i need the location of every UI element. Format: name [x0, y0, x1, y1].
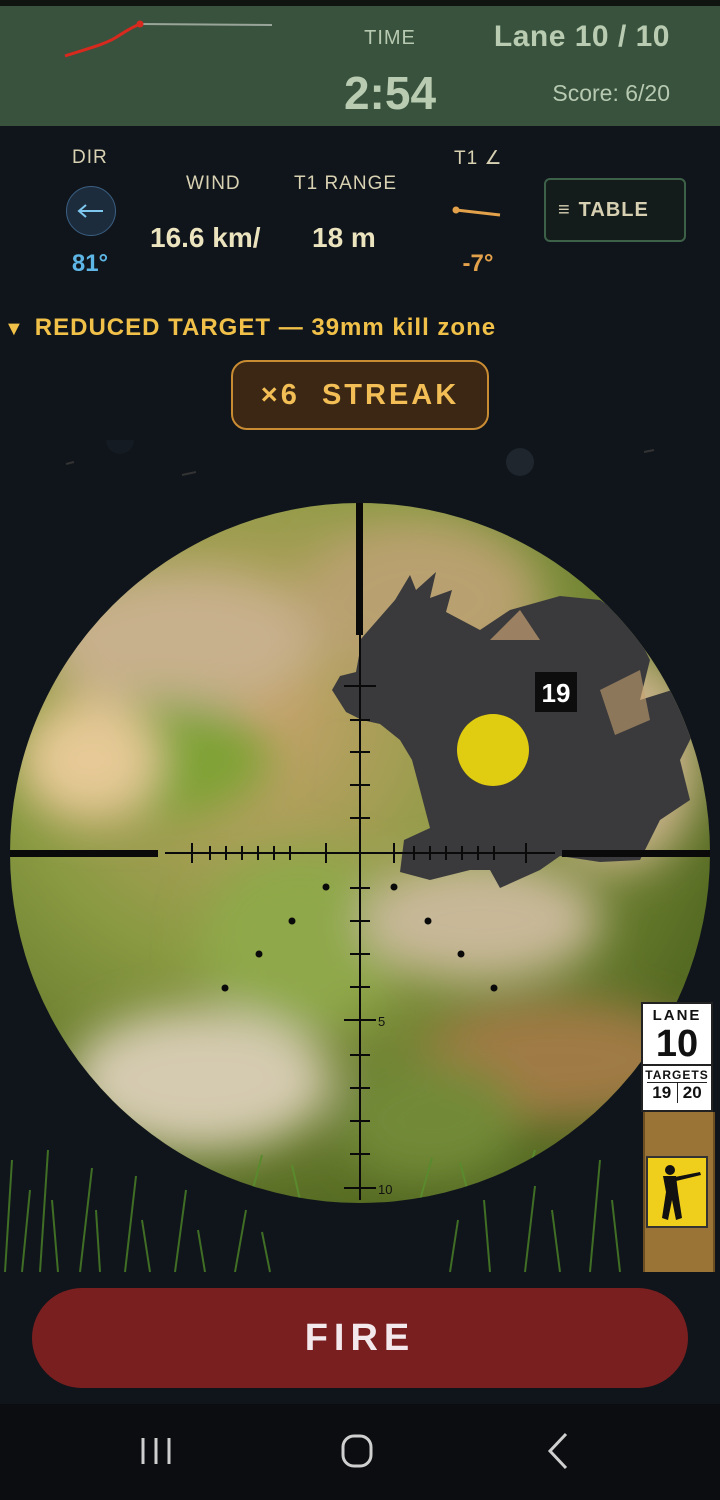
kill-zone-marker — [457, 714, 529, 786]
fire-button-label: FIRE — [304, 1316, 416, 1359]
lane-label: Lane 10 / 10 — [493, 20, 670, 53]
trajectory-graph — [64, 20, 273, 58]
streak-badge: ×6 STREAK — [231, 360, 489, 430]
warning-text: REDUCED TARGET — 39mm kill zone — [34, 314, 497, 341]
background-dot — [506, 448, 534, 476]
target-number: 19 — [542, 678, 571, 708]
status-bar — [0, 0, 720, 6]
time-label: TIME — [364, 27, 416, 49]
menu-icon: ≡ — [558, 198, 571, 221]
streak-text: ×6 STREAK — [260, 378, 460, 411]
wind-value: 16.6 km/ — [150, 222, 261, 253]
back-icon[interactable] — [528, 1426, 588, 1476]
background-dot — [106, 440, 134, 454]
shooter-icon — [646, 1156, 708, 1228]
wind-direction-indicator — [66, 186, 116, 236]
status-header: TIME 2:54 Lane 10 / 10 Score: 6/20 — [0, 0, 720, 126]
recent-apps-icon[interactable] — [126, 1426, 186, 1476]
background-mark — [181, 471, 197, 476]
table-button[interactable]: ≡ TABLE — [544, 178, 686, 242]
range-value: 18 m — [312, 222, 376, 253]
reduced-target-warning: ▼ REDUCED TARGET — 39mm kill zone — [4, 314, 496, 342]
lane-card-targets: 19 20 — [647, 1082, 707, 1103]
lane-card-number: 10 — [643, 1024, 711, 1066]
score-label: Score: 6/20 — [552, 80, 670, 106]
lane-card-targets-label: TARGETS — [645, 1068, 709, 1082]
reticle-mark-5: 5 — [378, 1014, 385, 1029]
wind-label: WIND — [186, 173, 241, 194]
lane-card: LANE 10 TARGETS 19 20 — [641, 1002, 713, 1112]
time-value: 2:54 — [343, 67, 437, 119]
dir-label: DIR — [72, 147, 108, 168]
background-mark — [65, 461, 75, 465]
lane-card-target-a: 19 — [647, 1083, 678, 1103]
arrow-left-icon — [77, 204, 103, 218]
warning-triangle-icon: ▼ — [4, 318, 25, 340]
reticle-mark-10: 10 — [378, 1182, 392, 1197]
angle-indicator-icon — [452, 206, 501, 217]
lane-card-label: LANE — [652, 1007, 702, 1024]
range-label: T1 RANGE — [294, 173, 398, 194]
fire-button[interactable]: FIRE — [32, 1288, 688, 1388]
home-icon[interactable] — [327, 1426, 387, 1476]
rifle-scope[interactable]: 19 5 10 — [0, 440, 720, 1280]
angle-label: T1 ∠ — [454, 148, 503, 169]
background-mark — [643, 449, 655, 453]
lane-card-target-b: 20 — [682, 1083, 702, 1102]
dir-value: 81° — [71, 250, 109, 277]
angle-value: -7° — [462, 250, 494, 277]
table-button-label: TABLE — [578, 198, 649, 221]
